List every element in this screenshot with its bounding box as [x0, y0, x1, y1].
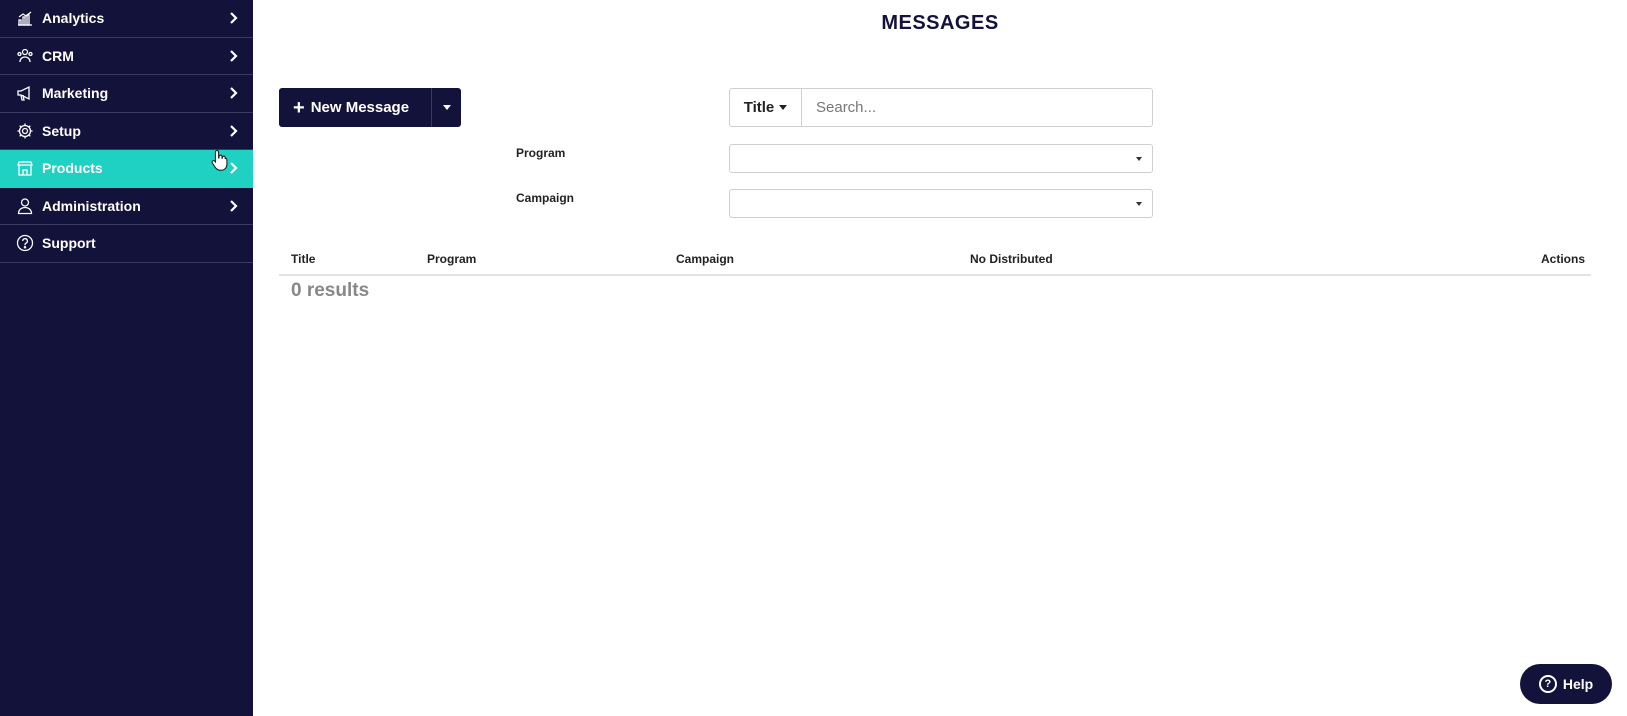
sidebar-item-label: CRM	[42, 47, 74, 64]
help-button[interactable]: ? Help	[1520, 664, 1612, 704]
column-header-actions: Actions	[1540, 252, 1585, 266]
chevron-right-icon	[230, 49, 238, 62]
question-icon: ?	[1538, 675, 1557, 693]
search-group: Title	[729, 88, 1153, 127]
chevron-right-icon	[230, 87, 238, 100]
sidebar: Analytics CRM Marketing Setup Products A	[0, 0, 253, 716]
new-message-button[interactable]: + New Message	[279, 88, 431, 127]
program-select[interactable]	[729, 144, 1153, 173]
results-count: 0 results	[291, 280, 370, 301]
column-header-title[interactable]: Title	[291, 252, 315, 266]
chevron-right-icon	[230, 124, 238, 137]
new-message-label: New Message	[310, 99, 410, 116]
store-icon	[16, 159, 34, 177]
sidebar-item-label: Products	[42, 160, 103, 177]
search-input[interactable]	[802, 89, 1152, 126]
sidebar-item-crm[interactable]: CRM	[0, 38, 253, 75]
table-header: Title Program Campaign No Distributed Ac…	[279, 244, 1591, 276]
column-header-campaign[interactable]: Campaign	[676, 252, 734, 266]
hand-cursor-icon	[211, 149, 228, 171]
megaphone-icon	[16, 84, 34, 102]
help-label: Help	[1562, 676, 1594, 692]
crm-icon	[16, 47, 34, 65]
sidebar-item-label: Administration	[42, 197, 141, 214]
chevron-right-icon	[230, 162, 238, 175]
campaign-label: Campaign	[516, 191, 575, 205]
page-title: MESSAGES	[881, 12, 999, 34]
sidebar-item-support[interactable]: Support	[0, 225, 253, 263]
sidebar-item-setup[interactable]: Setup	[0, 113, 253, 150]
new-message-button-group: + New Message	[279, 88, 461, 127]
plus-icon: +	[293, 96, 305, 119]
analytics-icon	[16, 9, 34, 27]
sidebar-item-administration[interactable]: Administration	[0, 188, 253, 225]
search-field-selector[interactable]: Title	[730, 89, 802, 126]
caret-down-icon	[1136, 157, 1142, 161]
column-header-program[interactable]: Program	[427, 252, 476, 266]
sidebar-item-label: Marketing	[42, 85, 109, 102]
sidebar-item-label: Analytics	[42, 10, 105, 27]
new-message-dropdown-toggle[interactable]	[431, 88, 461, 127]
sidebar-item-marketing[interactable]: Marketing	[0, 75, 253, 113]
program-label: Program	[516, 146, 566, 160]
gear-icon	[16, 122, 34, 140]
caret-down-icon	[1136, 202, 1142, 206]
chevron-right-icon	[230, 12, 238, 25]
main-content: MESSAGES + New Message Title Program Cam…	[253, 0, 1627, 716]
user-icon	[16, 197, 34, 215]
caret-down-icon	[779, 105, 788, 110]
sidebar-item-label: Support	[42, 235, 96, 252]
campaign-select[interactable]	[729, 189, 1153, 218]
chevron-right-icon	[230, 199, 238, 212]
search-field-label: Title	[743, 99, 775, 116]
sidebar-item-label: Setup	[42, 122, 81, 139]
question-icon	[16, 234, 34, 252]
caret-down-icon	[442, 105, 451, 110]
sidebar-item-analytics[interactable]: Analytics	[0, 0, 253, 38]
column-header-no-distributed[interactable]: No Distributed	[970, 252, 1053, 266]
